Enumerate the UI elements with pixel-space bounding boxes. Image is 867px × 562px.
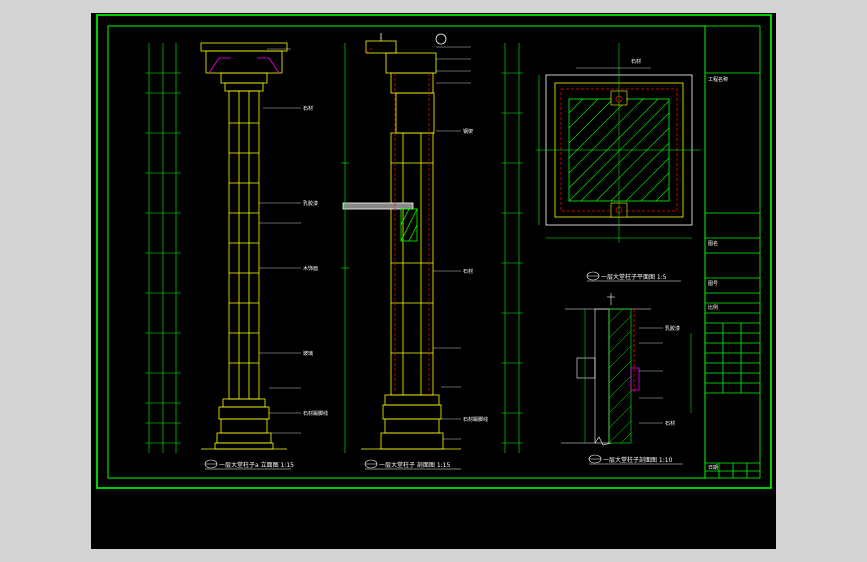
outer-sheet-border	[96, 14, 772, 489]
cad-viewport[interactable]: 工程名称 图名 图号 比例 日期 石材 乳胶漆 木饰面 玻璃 石材踢脚线 一层大…	[91, 13, 776, 549]
title-block-number-label: 图号	[708, 281, 718, 287]
elevation-a-label-paint: 乳胶漆	[303, 200, 318, 207]
elevation-b-caption: 一层大堂柱子 剖面图 1:15	[379, 461, 450, 469]
detail-label-stone: 石材	[665, 420, 675, 427]
elevation-b-section-lines	[365, 46, 430, 395]
elevation-b-label-steel: 钢架	[463, 128, 473, 135]
elevation-a-caption: 一层大堂柱子a 立面图 1:15	[219, 461, 294, 469]
plan-caption: 一层大堂柱子平面图 1:5	[601, 273, 667, 281]
title-block-project-label: 工程名称	[708, 76, 728, 83]
detail-caption: 一层大堂柱子剖面图 1:10	[603, 456, 673, 464]
elevation-a-leaders	[259, 48, 301, 434]
title-block	[704, 25, 761, 479]
elevation-b-label-base: 石材踢脚线	[463, 416, 488, 423]
plan-label-stone: 石材	[631, 58, 641, 65]
elevation-a-label-stone: 石材	[303, 105, 313, 112]
elevation-b-dimension-lines	[341, 43, 523, 453]
title-block-date-label: 日期	[708, 465, 718, 471]
cad-drawing-canvas[interactable]: 工程名称 图名 图号 比例 日期 石材 乳胶漆 木饰面 玻璃 石材踢脚线 一层大…	[91, 13, 776, 549]
detail-label-paint: 乳胶漆	[665, 325, 680, 332]
elevation-a-dimension-lines	[145, 43, 181, 453]
elevation-b-leaders	[433, 46, 471, 440]
plan-view	[536, 43, 701, 243]
elevation-a-label-wood: 木饰面	[303, 265, 318, 272]
elevation-b-label-stone: 石材	[463, 268, 473, 275]
elevation-a-label-base: 石材踢脚线	[303, 410, 328, 417]
title-block-drawing-label: 图名	[708, 240, 718, 247]
elevation-a-label-glass: 玻璃	[303, 350, 313, 357]
title-block-scale-label: 比例	[708, 304, 718, 311]
elevation-b-column	[342, 33, 461, 450]
